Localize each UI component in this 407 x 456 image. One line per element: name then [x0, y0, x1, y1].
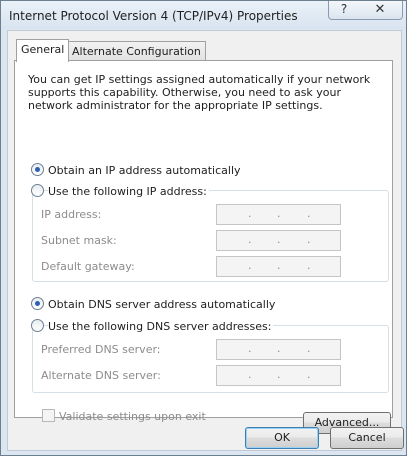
title-bar[interactable]: Internet Protocol Version 4 (TCP/IPv4) P…: [1, 1, 406, 29]
default-gateway-input[interactable]: ...: [216, 256, 341, 277]
dns-manual-label: Use the following DNS server addresses:: [48, 320, 274, 333]
subnet-mask-label: Subnet mask:: [41, 234, 117, 247]
general-tab-panel: You can get IP settings assigned automat…: [14, 60, 393, 434]
properties-window: Internet Protocol Version 4 (TCP/IPv4) P…: [0, 0, 407, 456]
radio-selected-icon[interactable]: [31, 163, 44, 176]
preferred-dns-input[interactable]: ...: [216, 339, 341, 360]
help-button[interactable]: ?: [328, 1, 360, 20]
default-gateway-label: Default gateway:: [41, 260, 135, 273]
close-button[interactable]: ✕: [358, 1, 403, 20]
ip-manual-radio[interactable]: Use the following IP address:: [31, 184, 209, 198]
ok-button[interactable]: OK: [245, 427, 319, 449]
ip-address-input[interactable]: ...: [216, 204, 341, 225]
preferred-dns-label: Preferred DNS server:: [41, 343, 161, 356]
validate-settings-label: Validate settings upon exit: [59, 410, 206, 423]
ip-auto-label: Obtain an IP address automatically: [48, 164, 243, 177]
ip-manual-label: Use the following IP address:: [48, 185, 209, 198]
checkbox-icon[interactable]: [42, 409, 55, 422]
alternate-dns-label: Alternate DNS server:: [41, 369, 161, 382]
description-text: You can get IP settings assigned automat…: [28, 73, 371, 112]
dns-manual-radio[interactable]: Use the following DNS server addresses:: [31, 319, 274, 333]
validate-settings-checkbox[interactable]: Validate settings upon exit: [42, 409, 206, 423]
dns-auto-label: Obtain DNS server address automatically: [48, 298, 278, 311]
subnet-mask-input[interactable]: ...: [216, 230, 341, 251]
radio-unselected-icon[interactable]: [31, 184, 44, 197]
ip-auto-radio[interactable]: Obtain an IP address automatically: [31, 163, 243, 177]
alternate-dns-input[interactable]: ...: [216, 365, 341, 386]
window-title: Internet Protocol Version 4 (TCP/IPv4) P…: [9, 9, 298, 23]
dns-auto-radio[interactable]: Obtain DNS server address automatically: [31, 297, 278, 311]
radio-unselected-icon[interactable]: [31, 319, 44, 332]
ip-address-label: IP address:: [41, 208, 102, 221]
tab-general[interactable]: General: [16, 39, 70, 62]
radio-selected-icon[interactable]: [31, 297, 44, 310]
tab-alternate-configuration[interactable]: Alternate Configuration: [67, 41, 206, 61]
cancel-button[interactable]: Cancel: [330, 427, 404, 449]
dialog-client-area: General Alternate Configuration You can …: [7, 30, 404, 451]
